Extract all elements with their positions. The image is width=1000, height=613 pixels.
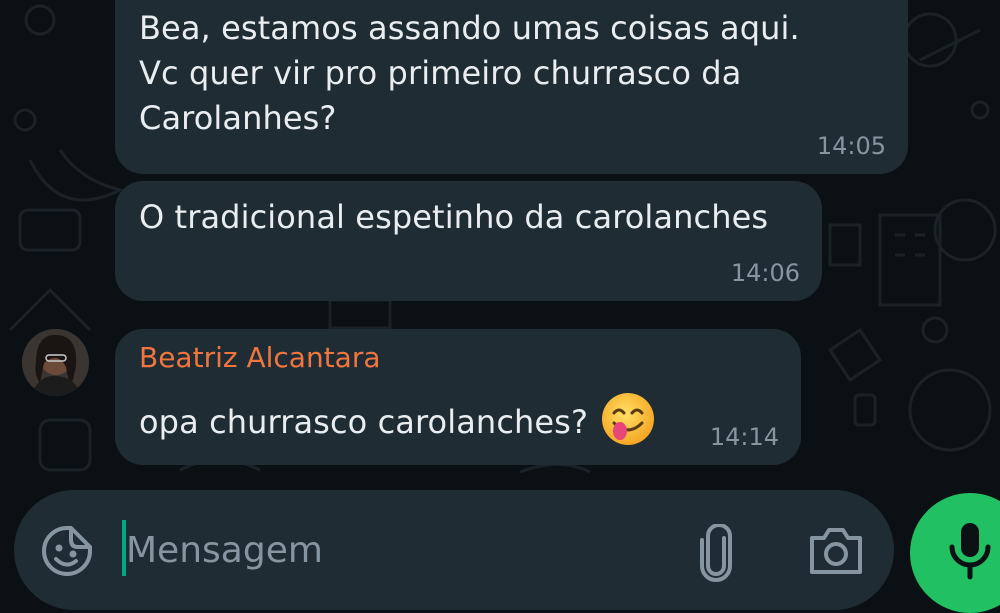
message-timestamp: 14:14 bbox=[710, 423, 779, 451]
message-bubble[interactable]: Bea, estamos assando umas coisas aqui. V… bbox=[115, 0, 908, 174]
message-bubble[interactable]: O tradicional espetinho da carolanches 1… bbox=[115, 181, 822, 301]
avatar-photo bbox=[22, 329, 89, 396]
message-timestamp: 14:06 bbox=[731, 259, 800, 287]
message-timestamp: 14:05 bbox=[817, 132, 886, 160]
message-input[interactable] bbox=[126, 522, 666, 578]
camera-icon[interactable] bbox=[806, 524, 866, 578]
message-composer bbox=[14, 490, 894, 610]
message-text-wrap: opa churrasco carolanches?😋 bbox=[139, 391, 777, 470]
message-text: O tradicional espetinho da carolanches bbox=[139, 195, 798, 240]
yum-face-icon bbox=[600, 391, 656, 447]
sender-avatar[interactable] bbox=[22, 329, 89, 396]
message-bubble[interactable]: Beatriz Alcantara opa churrasco carolanc… bbox=[115, 329, 801, 465]
message-text: opa churrasco carolanches? bbox=[139, 403, 588, 441]
mic-icon bbox=[944, 519, 996, 583]
sticker-icon[interactable] bbox=[40, 524, 94, 578]
attach-icon[interactable] bbox=[694, 524, 740, 582]
sender-name[interactable]: Beatriz Alcantara bbox=[139, 341, 381, 374]
message-text: Bea, estamos assando umas coisas aqui. V… bbox=[139, 6, 884, 141]
